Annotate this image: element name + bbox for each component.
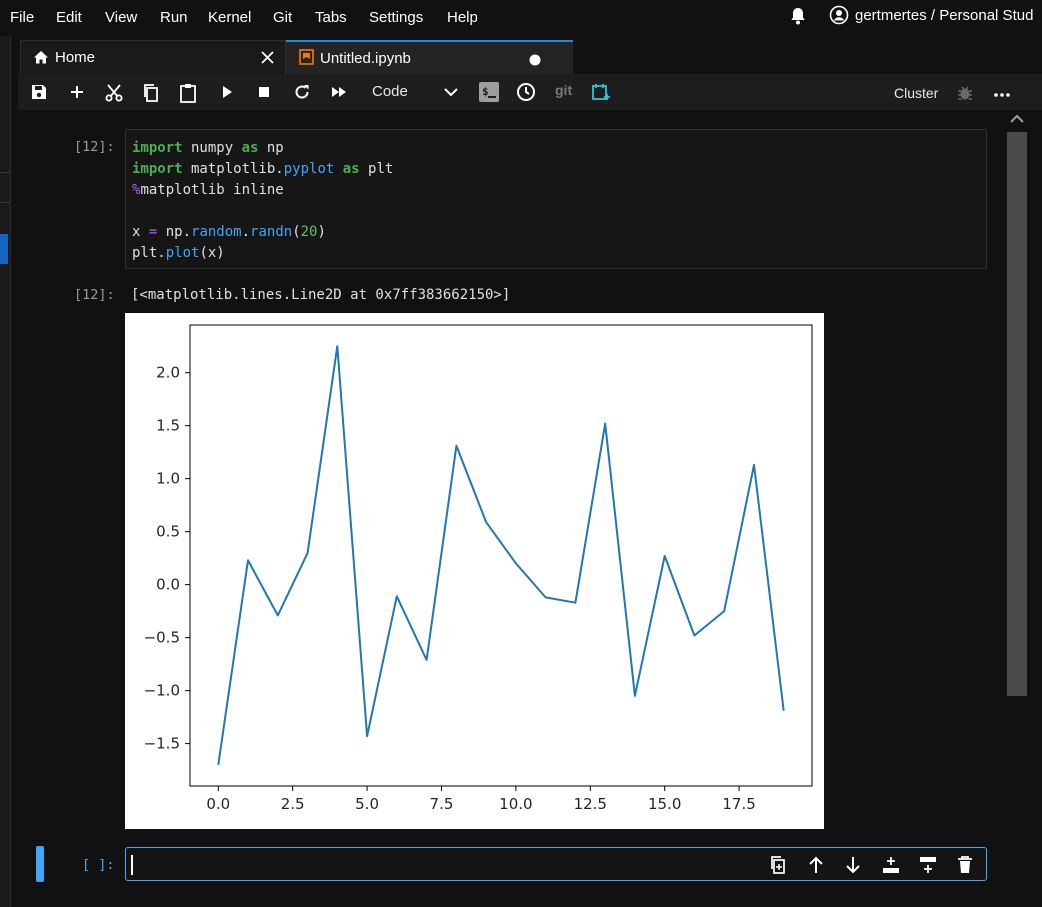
unsaved-dot-icon[interactable]	[529, 53, 541, 71]
menu-settings[interactable]: Settings	[369, 9, 423, 26]
code-line: plt.plot(x)	[132, 245, 225, 261]
y-tick-label: −1.5	[144, 735, 180, 753]
empty-code-cell[interactable]	[125, 847, 987, 881]
run-icon[interactable]	[219, 83, 235, 106]
home-icon	[33, 50, 49, 70]
sidebar-active-marker[interactable]	[0, 234, 8, 264]
code-line: ​	[132, 201, 393, 222]
chevron-down-icon[interactable]	[443, 85, 459, 104]
code-editor[interactable]: import numpy as np import matplotlib.pypl…	[132, 138, 393, 264]
y-tick-label: 0.0	[156, 576, 180, 594]
user-name[interactable]: gertmertes / Personal Stud	[855, 7, 1033, 24]
scrollbar-thumb[interactable]	[1007, 132, 1027, 696]
copy-icon[interactable]	[142, 83, 160, 108]
x-tick-label: 12.5	[574, 795, 607, 813]
x-tick-label: 2.5	[281, 795, 305, 813]
add-schedule-icon[interactable]	[591, 82, 611, 107]
plot-frame	[189, 324, 813, 787]
cut-icon[interactable]	[104, 83, 124, 108]
code-line: %matplotlib inline	[132, 182, 284, 198]
series-line	[217, 345, 785, 765]
menu-edit[interactable]: Edit	[56, 9, 82, 26]
close-icon[interactable]	[260, 50, 275, 70]
x-tick-label: 17.5	[722, 795, 755, 813]
output-text: [<matplotlib.lines.Line2D at 0x7ff383662…	[131, 287, 511, 303]
sidebar-divider	[0, 202, 10, 203]
tab-label: Home	[55, 49, 96, 66]
insert-below-icon[interactable]	[918, 855, 938, 880]
bell-icon[interactable]	[789, 6, 807, 31]
text-cursor	[131, 855, 133, 875]
x-tick-label: 5.0	[355, 795, 379, 813]
menubar: File Edit View Run Kernel Git Tabs Setti…	[0, 0, 1042, 36]
more-icon[interactable]	[993, 86, 1011, 104]
notebook-toolbar: Code $ git Cluster	[18, 74, 1042, 111]
menu-git[interactable]: Git	[273, 9, 292, 26]
menu-tabs[interactable]: Tabs	[315, 9, 347, 26]
terminal-icon[interactable]: $	[479, 82, 499, 107]
insert-above-icon[interactable]	[881, 855, 901, 880]
tab-untitled-notebook[interactable]: Untitled.ipynb	[286, 40, 573, 74]
cell-type-select[interactable]: Code	[372, 83, 408, 100]
tab-label: Untitled.ipynb	[320, 50, 411, 67]
code-line: x = np.random.randn(20)	[132, 224, 326, 240]
code-line: import matplotlib.pyplot as plt	[132, 161, 394, 177]
menu-kernel[interactable]: Kernel	[208, 9, 251, 26]
user-avatar-icon[interactable]	[829, 5, 849, 30]
y-tick-label: −0.5	[144, 629, 180, 647]
tab-home[interactable]: Home	[20, 40, 286, 74]
y-tick-label: 1.0	[156, 470, 180, 488]
tab-bar: Home Untitled.ipynb	[18, 40, 1042, 74]
menu-file[interactable]: File	[10, 9, 34, 26]
paste-icon[interactable]	[179, 83, 197, 108]
menu-run[interactable]: Run	[160, 9, 188, 26]
x-tick-label: 7.5	[430, 795, 454, 813]
plot-output: 0.0 2.5 5.0 7.5 10.0 12.5 15.0 17.5 −1.5 −1.0 −0.5…	[125, 313, 824, 829]
x-tick-label: 10.0	[499, 795, 532, 813]
git-icon[interactable]: git	[555, 82, 572, 98]
x-tick-label: 0.0	[206, 795, 230, 813]
code-cell-input[interactable]: import numpy as np import matplotlib.pypl…	[125, 129, 987, 269]
code-line: import numpy as np	[132, 140, 284, 156]
input-prompt: [ ]:	[82, 857, 115, 873]
y-tick-label: 2.0	[156, 364, 180, 382]
move-down-icon[interactable]	[844, 855, 862, 880]
active-cell-indicator	[36, 846, 44, 882]
bug-icon[interactable]	[956, 84, 974, 107]
menu-help[interactable]: Help	[447, 9, 478, 26]
notebook-icon	[299, 49, 314, 70]
add-cell-icon[interactable]	[68, 83, 86, 106]
menu-view[interactable]: View	[105, 9, 137, 26]
svg-text:$: $	[482, 85, 489, 98]
y-tick-label: 1.5	[156, 417, 180, 435]
stop-icon[interactable]	[256, 83, 272, 106]
fast-forward-icon[interactable]	[329, 83, 349, 106]
line-chart: 0.0 2.5 5.0 7.5 10.0 12.5 15.0 17.5 −1.5 −1.0 −0.5…	[144, 324, 813, 813]
y-tick-label: 0.5	[156, 523, 180, 541]
duplicate-cell-icon[interactable]	[769, 855, 787, 880]
x-tick-label: 15.0	[648, 795, 681, 813]
y-tick-label: −1.0	[144, 682, 180, 700]
sidebar-divider	[0, 172, 10, 173]
save-icon[interactable]	[30, 83, 48, 106]
delete-cell-icon[interactable]	[957, 855, 973, 880]
input-prompt: [12]:	[74, 139, 115, 155]
move-up-icon[interactable]	[807, 855, 825, 880]
cluster-label[interactable]: Cluster	[894, 85, 938, 101]
left-sidebar-strip	[0, 36, 11, 907]
scroll-up-icon[interactable]	[1007, 110, 1029, 130]
restart-icon[interactable]	[293, 83, 311, 106]
output-prompt: [12]:	[74, 287, 115, 303]
clock-icon[interactable]	[516, 82, 536, 107]
notebook-panel: [12]: import numpy as np import matplotli…	[18, 110, 1042, 907]
